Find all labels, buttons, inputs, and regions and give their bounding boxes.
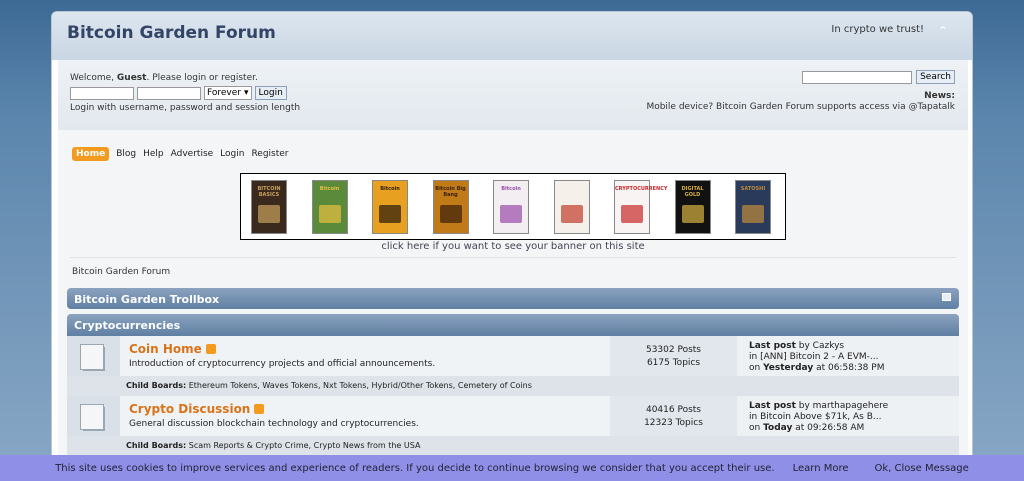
rss-icon[interactable] [205, 344, 216, 354]
menu-home[interactable]: Home [72, 147, 110, 161]
news-text: Mobile device? Bitcoin Garden Forum supp… [646, 102, 955, 112]
board-icon [80, 404, 105, 431]
site-title[interactable]: Bitcoin Garden Forum [67, 23, 276, 43]
board-name[interactable]: Coin Home [129, 342, 202, 356]
book-cover[interactable]: DIGITAL GOLD [674, 180, 711, 234]
password-input[interactable] [137, 86, 201, 100]
board-icon-cell [67, 336, 120, 376]
guest-name: Guest [116, 73, 147, 83]
book-cover[interactable] [553, 180, 590, 234]
site-header: Bitcoin Garden Forum In crypto we trust!… [52, 12, 972, 60]
search-form: Search [802, 70, 955, 84]
chevron-up-icon[interactable]: ⌃ [938, 24, 948, 38]
search-button[interactable]: Search [916, 70, 955, 84]
category-cryptocurrencies[interactable]: Cryptocurrencies [67, 314, 959, 336]
username-input[interactable] [70, 86, 134, 100]
login-form: Forever ▾ Login [70, 86, 287, 100]
board-stats: 53302 Posts 6175 Topics [610, 336, 737, 376]
book-cover[interactable]: Bitcoin [372, 180, 408, 234]
child-boards: Child Boards: Ethereum Tokens, Waves Tok… [67, 376, 959, 396]
main-menu: Home Blog Help Advertise Login Register [72, 147, 289, 161]
menu-help[interactable]: Help [143, 149, 164, 159]
user-section: Welcome, Guest. Please login or register… [58, 60, 968, 130]
session-length-select[interactable]: Forever ▾ [204, 86, 252, 100]
news-label: News: [924, 91, 955, 101]
board-info: Coin Home Introduction of cryptocurrency… [120, 336, 610, 376]
chevron-down-icon: ▾ [243, 88, 249, 98]
book-cover[interactable]: Bitcoin [493, 180, 529, 234]
learn-more-link[interactable]: Learn More [793, 463, 849, 474]
site-motto: In crypto we trust! [831, 24, 924, 35]
board-description: Introduction of cryptocurrency projects … [129, 359, 436, 369]
forum-frame: Bitcoin Garden Forum In crypto we trust!… [51, 11, 973, 481]
divider [70, 257, 956, 258]
main-panel: Welcome, Guest. Please login or register… [58, 60, 968, 481]
book-cover[interactable]: CRYPTOCURRENCY [614, 180, 668, 234]
login-hint: Login with username, password and sessio… [70, 103, 301, 113]
board-last-post: Last post by marthapagehere in Bitcoin A… [737, 396, 959, 436]
last-post-link[interactable]: in Bitcoin Above $71k, As B... [749, 412, 947, 423]
board-row: Crypto Discussion General discussion blo… [67, 396, 959, 436]
login-button[interactable]: Login [254, 86, 287, 100]
board-row: Coin Home Introduction of cryptocurrency… [67, 336, 959, 376]
banner-link[interactable]: click here if you want to see your banne… [240, 241, 786, 252]
minimize-icon[interactable] [942, 293, 951, 301]
last-post-link[interactable]: in [ANN] Bitcoin 2 - A EVM-... [749, 352, 947, 363]
child-boards-links[interactable]: Ethereum Tokens, Waves Tokens, Nxt Token… [189, 381, 532, 390]
book-cover[interactable]: Bitcoin Big Bang [432, 180, 469, 234]
breadcrumb[interactable]: Bitcoin Garden Forum [72, 267, 170, 277]
menu-login[interactable]: Login [220, 149, 244, 159]
board-last-post: Last post by Cazkys in [ANN] Bitcoin 2 -… [737, 336, 959, 376]
board-stats: 40416 Posts 12323 Topics [610, 396, 737, 436]
close-message-button[interactable]: Ok, Close Message [875, 463, 969, 474]
cookie-text: This site uses cookies to improve servic… [55, 462, 775, 474]
board-description: General discussion blockchain technology… [129, 419, 419, 429]
board-icon [80, 344, 105, 371]
menu-register[interactable]: Register [251, 149, 288, 159]
search-input[interactable] [802, 70, 913, 84]
board-icon-cell [67, 396, 120, 436]
cookie-notice: This site uses cookies to improve servic… [0, 455, 1024, 481]
child-boards: Child Boards: Scam Reports & Crypto Crim… [67, 436, 959, 456]
book-cover[interactable]: BITCOIN BASICS [251, 180, 287, 234]
book-cover[interactable]: Bitcoin [311, 180, 348, 234]
book-cover[interactable]: SATOSHI [735, 180, 771, 234]
menu-advertise[interactable]: Advertise [171, 149, 214, 159]
board-info: Crypto Discussion General discussion blo… [120, 396, 610, 436]
child-boards-links[interactable]: Scam Reports & Crypto Crime, Crypto News… [189, 441, 421, 450]
board-name[interactable]: Crypto Discussion [129, 402, 250, 416]
book-banner[interactable]: BITCOIN BASICS Bitcoin Bitcoin Bitcoin Big … [240, 173, 786, 240]
rss-icon[interactable] [254, 404, 265, 414]
category-trollbox[interactable]: Bitcoin Garden Trollbox [67, 288, 959, 309]
welcome-text: Welcome, Guest. Please login or register… [70, 73, 258, 83]
menu-blog[interactable]: Blog [116, 149, 136, 159]
